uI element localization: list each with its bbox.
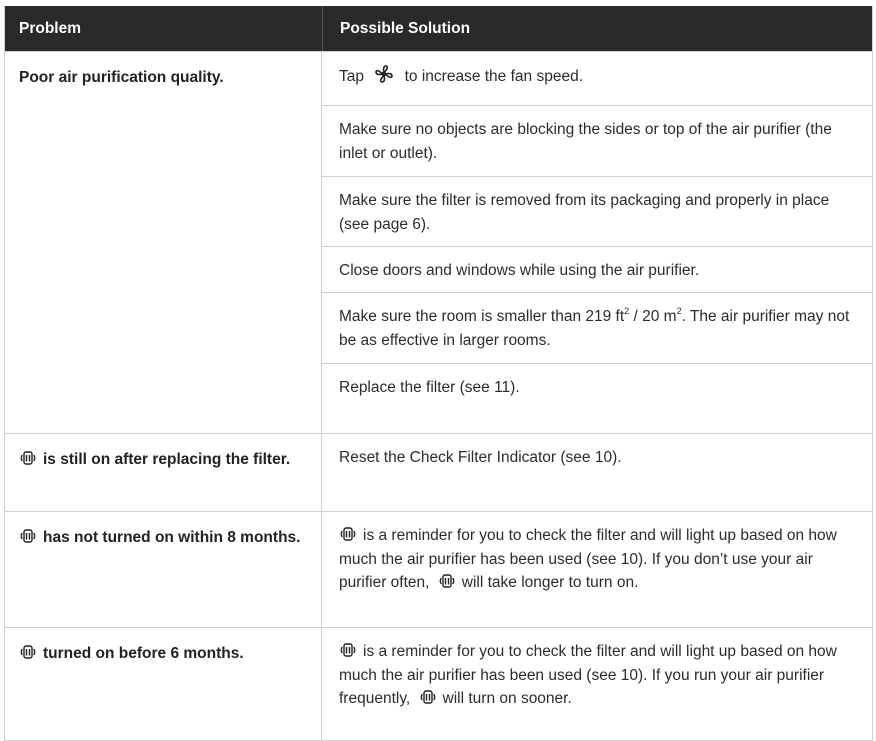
solutions-cell: Reset the Check Filter Indicator (see 10… bbox=[322, 434, 872, 511]
troubleshooting-table: Problem Possible Solution Poor air purif… bbox=[4, 6, 873, 741]
solutions-cell: is a reminder for you to check the filte… bbox=[322, 628, 872, 740]
check-filter-icon bbox=[339, 641, 357, 659]
problem-cell: has not turned on within 8 months. bbox=[5, 512, 322, 627]
table-row: Poor air purification quality. Tap to in… bbox=[5, 51, 872, 433]
solution-text: is a reminder for you to check the filte… bbox=[339, 643, 837, 707]
solutions-cell: is a reminder for you to check the filte… bbox=[322, 512, 872, 627]
table-row: has not turned on within 8 months. is a … bbox=[5, 511, 872, 627]
header-problem: Problem bbox=[19, 19, 82, 37]
solution-item: Reset the Check Filter Indicator (see 10… bbox=[339, 449, 622, 466]
solution-text: Make sure the room is smaller than 219 f… bbox=[339, 308, 625, 325]
header-solution: Possible Solution bbox=[322, 6, 872, 51]
problem-text: turned on before 6 months. bbox=[43, 645, 244, 662]
fan-icon bbox=[374, 64, 394, 84]
check-filter-icon bbox=[419, 688, 437, 706]
table-header: Problem Possible Solution bbox=[5, 6, 872, 51]
problem-cell: turned on before 6 months. bbox=[5, 628, 322, 740]
solution-text: will take longer to turn on. bbox=[461, 574, 639, 591]
table-row: turned on before 6 months. is a reminder… bbox=[5, 627, 872, 741]
solution-item: Replace the filter (see 11). bbox=[322, 363, 872, 433]
solutions-cell: Tap to increase the fan speed. Make sure… bbox=[322, 52, 872, 433]
problem-text: is still on after replacing the filter. bbox=[43, 451, 291, 468]
solution-item: Make sure the filter is removed from its… bbox=[322, 176, 872, 246]
solution-text: Tap bbox=[339, 68, 364, 85]
table-row: is still on after replacing the filter. … bbox=[5, 433, 872, 511]
problem-cell: Poor air purification quality. bbox=[5, 52, 322, 433]
check-filter-icon bbox=[438, 572, 456, 590]
solution-item: is a reminder for you to check the filte… bbox=[322, 628, 872, 723]
problem-cell: is still on after replacing the filter. bbox=[5, 434, 322, 511]
solution-item: is a reminder for you to check the filte… bbox=[322, 512, 872, 607]
solution-item: Tap to increase the fan speed. bbox=[322, 52, 872, 105]
solution-text: will turn on sooner. bbox=[442, 690, 572, 707]
problem-text: Poor air purification quality. bbox=[19, 69, 224, 86]
problem-text: has not turned on within 8 months. bbox=[43, 529, 301, 546]
solution-item: Make sure no objects are blocking the si… bbox=[322, 105, 872, 176]
check-filter-icon bbox=[19, 449, 37, 467]
check-filter-icon bbox=[339, 525, 357, 543]
solution-item: Make sure the room is smaller than 219 f… bbox=[322, 292, 872, 363]
solution-text: to increase the fan speed. bbox=[404, 68, 583, 85]
solution-item: Close doors and windows while using the … bbox=[322, 246, 872, 292]
check-filter-icon bbox=[19, 643, 37, 661]
check-filter-icon bbox=[19, 527, 37, 545]
solution-text: / 20 m bbox=[629, 308, 677, 325]
